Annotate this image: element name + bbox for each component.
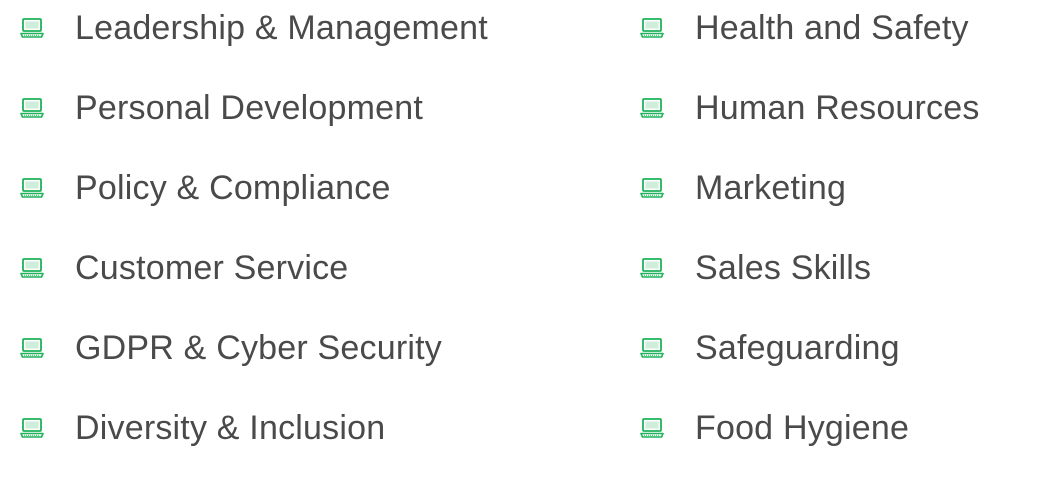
laptop-icon	[640, 256, 664, 280]
laptop-icon	[20, 336, 44, 360]
course-item-safeguarding[interactable]: Safeguarding	[640, 320, 980, 400]
laptop-icon	[20, 16, 44, 40]
laptop-icon	[640, 416, 664, 440]
course-list-right: Health and Safety Human Resources Market…	[640, 0, 980, 480]
course-item-customer-service[interactable]: Customer Service	[20, 240, 488, 320]
laptop-icon	[20, 176, 44, 200]
course-label: Diversity & Inclusion	[75, 409, 386, 447]
course-item-gdpr-cyber-security[interactable]: GDPR & Cyber Security	[20, 320, 488, 400]
laptop-icon	[20, 96, 44, 120]
laptop-icon	[640, 96, 664, 120]
course-label: Leadership & Management	[75, 9, 488, 47]
laptop-icon	[640, 176, 664, 200]
course-label: Sales Skills	[695, 249, 872, 287]
course-label: Policy & Compliance	[75, 169, 391, 207]
course-label: Personal Development	[75, 89, 423, 127]
course-label: Safeguarding	[695, 329, 900, 367]
course-label: Marketing	[695, 169, 847, 207]
course-label: Health and Safety	[695, 9, 969, 47]
course-item-food-hygiene[interactable]: Food Hygiene	[640, 400, 980, 480]
course-item-health-and-safety[interactable]: Health and Safety	[640, 0, 980, 80]
course-label: Customer Service	[75, 249, 349, 287]
course-item-leadership-management[interactable]: Leadership & Management	[20, 0, 488, 80]
course-item-diversity-inclusion[interactable]: Diversity & Inclusion	[20, 400, 488, 480]
course-item-human-resources[interactable]: Human Resources	[640, 80, 980, 160]
laptop-icon	[640, 336, 664, 360]
course-item-personal-development[interactable]: Personal Development	[20, 80, 488, 160]
course-label: Food Hygiene	[695, 409, 910, 447]
course-item-policy-compliance[interactable]: Policy & Compliance	[20, 160, 488, 240]
course-item-sales-skills[interactable]: Sales Skills	[640, 240, 980, 320]
course-label: Human Resources	[695, 89, 980, 127]
laptop-icon	[640, 16, 664, 40]
laptop-icon	[20, 256, 44, 280]
course-item-marketing[interactable]: Marketing	[640, 160, 980, 240]
course-list-left: Leadership & Management Personal Develop…	[20, 0, 488, 480]
course-label: GDPR & Cyber Security	[75, 329, 442, 367]
laptop-icon	[20, 416, 44, 440]
